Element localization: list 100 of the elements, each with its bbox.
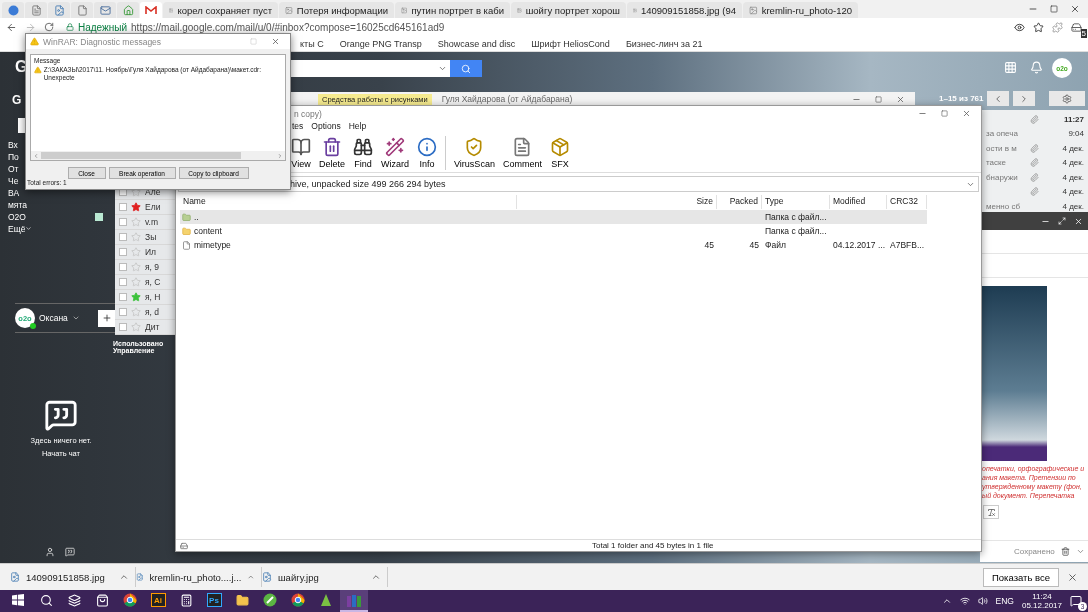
checkbox[interactable] — [119, 278, 127, 286]
toolbar-button[interactable]: VirusScan — [452, 136, 497, 169]
sender-name[interactable]: я, 9 — [145, 262, 160, 272]
maximize-icon[interactable] — [875, 95, 882, 103]
back-icon[interactable] — [6, 21, 17, 33]
star-icon[interactable] — [131, 217, 141, 227]
restore-icon[interactable] — [1050, 5, 1058, 13]
trash-icon[interactable] — [1060, 547, 1070, 556]
download-item[interactable]: 140909151858.jpg — [10, 567, 136, 587]
browser-tab[interactable]: шойгу портрет хорош — [511, 2, 626, 18]
checkbox[interactable] — [119, 203, 127, 211]
chevron-right-icon[interactable] — [277, 152, 283, 159]
volume-icon[interactable] — [977, 596, 988, 606]
star-icon[interactable] — [131, 247, 141, 257]
download-item[interactable]: kremlin-ru_photo....j... — [136, 567, 262, 587]
folder-label[interactable]: мята — [8, 199, 27, 210]
folder-label[interactable]: Вх — [8, 139, 18, 150]
file-row[interactable]: .. Папка с файл... — [180, 210, 927, 224]
menu-item[interactable]: Options — [311, 121, 341, 133]
scrollbar[interactable] — [31, 151, 285, 160]
next-button[interactable] — [1013, 91, 1036, 106]
browser-tab[interactable]: 140909151858.jpg (94 — [627, 2, 742, 18]
folder-label[interactable]: По — [8, 151, 19, 162]
star-icon[interactable] — [131, 277, 141, 287]
column-header[interactable]: Type — [762, 195, 830, 209]
pinned-tab[interactable] — [25, 2, 47, 18]
sender-name[interactable]: Ил — [145, 247, 157, 257]
column-header[interactable]: CRC32 — [887, 195, 927, 209]
file-row[interactable]: mimetype 45 45 Файл 04.12.2017 ... A7BFB... — [180, 238, 927, 252]
star-icon[interactable] — [131, 307, 141, 317]
pinned-tab[interactable] — [48, 2, 70, 18]
forward-icon[interactable] — [25, 21, 36, 33]
column-header[interactable]: Packed — [717, 195, 762, 209]
checkbox[interactable] — [119, 263, 127, 271]
pinned-tab[interactable] — [94, 2, 116, 18]
maximize-icon[interactable] — [941, 110, 948, 117]
browser-tab[interactable]: корел сохраняет пуст — [163, 2, 278, 18]
star-icon[interactable] — [131, 262, 141, 272]
mail-snippet[interactable]: бнаружи — [986, 172, 1026, 182]
folder-label[interactable]: ВА — [8, 187, 20, 198]
column-header[interactable]: Size — [517, 195, 717, 209]
checkbox[interactable] — [119, 308, 127, 316]
browser-tab[interactable]: путин портрет в каби — [395, 2, 510, 18]
caret-down-icon[interactable] — [1075, 547, 1085, 556]
sender-name[interactable]: я, Н — [145, 292, 161, 302]
extension-icon[interactable] — [1071, 21, 1082, 33]
column-header[interactable]: Modified — [830, 195, 887, 209]
close-icon[interactable] — [962, 109, 971, 118]
bookmark-link[interactable]: Showcase and disc — [437, 38, 516, 49]
person-icon[interactable] — [45, 547, 55, 557]
toolbar-button[interactable]: View — [289, 136, 313, 169]
pinned-tab[interactable] — [117, 2, 139, 18]
close-icon[interactable] — [1074, 216, 1083, 226]
folder-label[interactable]: Че — [8, 175, 19, 186]
apps-grid-icon[interactable] — [1004, 61, 1017, 74]
taskbar-app[interactable]: Ai — [144, 590, 172, 612]
expand-icon[interactable] — [1058, 217, 1066, 225]
previous-button[interactable] — [987, 91, 1010, 106]
folder-label[interactable]: Ещё — [8, 223, 33, 234]
menu-item[interactable]: Help — [348, 121, 367, 133]
bookmark-link[interactable]: Шрифт HeliosCond — [531, 38, 610, 49]
address-field[interactable]: Надежный https://mail.google.com/mail/u/0/#inbox?compose=16025cd645161ad9 — [62, 19, 1006, 35]
bell-icon[interactable] — [1030, 61, 1043, 74]
account-name[interactable]: Оксана — [39, 313, 68, 323]
settings-button[interactable] — [1049, 91, 1086, 106]
clock[interactable]: 11:24 05.12.2017 — [1021, 592, 1062, 610]
network-icon[interactable] — [959, 596, 970, 606]
checkbox[interactable] — [119, 248, 127, 256]
toolbar-button[interactable]: Delete — [317, 136, 347, 169]
bookmark-link[interactable]: Бизнес-линч за 21 — [625, 38, 703, 49]
sender-name[interactable]: v.m — [145, 217, 159, 227]
checkbox[interactable] — [119, 218, 127, 226]
folder-label[interactable]: O2O — [8, 211, 26, 222]
close-icon[interactable] — [1067, 571, 1078, 583]
show-all-button[interactable]: Показать все — [983, 567, 1059, 587]
toolbar-button[interactable]: SFX — [547, 136, 572, 169]
bookmark-link[interactable]: Orange PNG Transp — [339, 38, 422, 49]
close-icon[interactable] — [1070, 4, 1080, 14]
star-icon[interactable] — [131, 202, 141, 212]
sender-name[interactable]: я, d — [145, 307, 160, 317]
folder-label[interactable]: От — [8, 163, 19, 174]
bookmark-star-icon[interactable] — [1033, 21, 1044, 33]
sender-name[interactable]: Зы — [145, 232, 157, 242]
eye-icon[interactable] — [1014, 21, 1025, 33]
browser-tab[interactable]: kremlin-ru_photo-120 — [743, 2, 858, 18]
close-icon[interactable] — [896, 94, 905, 104]
toolbar-button[interactable]: Comment — [500, 136, 544, 169]
pinned-tab[interactable] — [71, 2, 93, 18]
mail-snippet[interactable]: ости в м — [986, 143, 1026, 153]
pinned-tab[interactable] — [140, 2, 162, 18]
checkbox[interactable] — [119, 233, 127, 241]
sender-name[interactable]: Дит — [145, 322, 160, 332]
mail-snippet[interactable]: менно сб — [986, 201, 1026, 211]
column-header[interactable]: Name — [180, 195, 517, 209]
taskbar-app[interactable]: Ps — [200, 590, 228, 612]
sender-name[interactable]: я, С — [145, 277, 161, 287]
star-icon[interactable] — [131, 322, 141, 332]
sender-name[interactable]: Ели — [145, 202, 161, 212]
toolbar-button[interactable]: Info — [415, 136, 440, 169]
mail-snippet[interactable]: таске — [986, 158, 1026, 168]
